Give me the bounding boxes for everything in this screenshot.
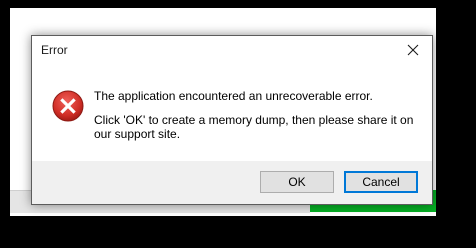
error-summary-text: The application encountered an unrecover… <box>94 89 373 103</box>
cancel-button[interactable]: Cancel <box>344 171 418 193</box>
ok-button[interactable]: OK <box>260 171 334 193</box>
dialog-title: Error <box>41 43 68 57</box>
dialog-body: The application encountered an unrecover… <box>32 65 432 161</box>
dialog-message: The application encountered an unrecover… <box>94 89 414 151</box>
error-dialog: Error The application encountered an unr… <box>31 35 433 205</box>
screen: Error The application encountered an unr… <box>0 0 476 248</box>
error-icon <box>52 90 84 122</box>
dialog-titlebar[interactable]: Error <box>32 36 432 65</box>
close-icon <box>407 44 419 56</box>
error-instruction-text: Click 'OK' to create a memory dump, then… <box>94 113 414 141</box>
close-button[interactable] <box>394 36 432 65</box>
dialog-footer: OK Cancel <box>32 161 432 204</box>
